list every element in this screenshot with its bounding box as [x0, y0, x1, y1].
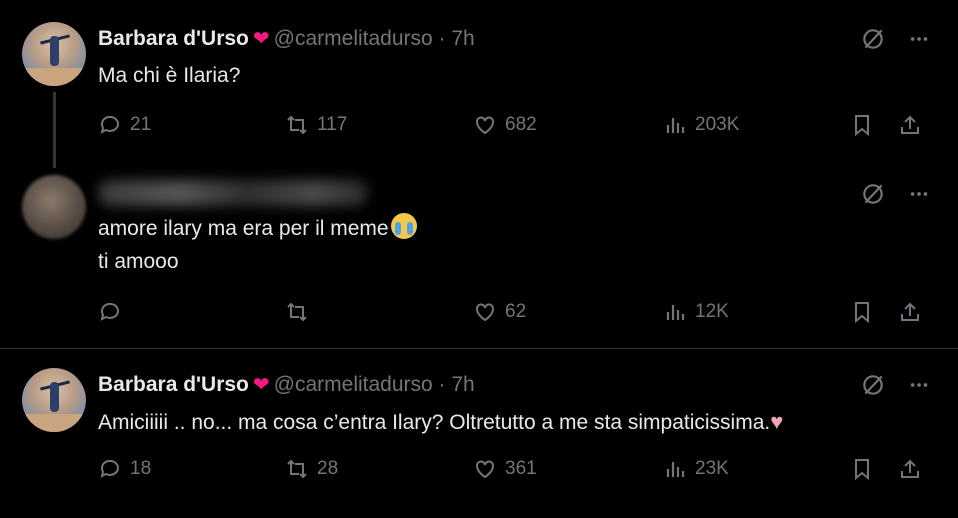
- bookmark-icon: [855, 115, 869, 137]
- like-button[interactable]: 62: [473, 297, 526, 327]
- grok-icon[interactable]: [860, 372, 886, 403]
- views-button[interactable]: 23K: [663, 454, 729, 484]
- bookmark-button[interactable]: [850, 454, 874, 484]
- bookmark-button[interactable]: [850, 297, 874, 327]
- tweet-top-icons: [860, 26, 930, 57]
- author-name[interactable]: Barbara d'Urso: [98, 373, 249, 396]
- like-count: 682: [505, 114, 537, 135]
- share-icon: [901, 459, 919, 478]
- views-icon: [666, 305, 685, 320]
- tweet-3[interactable]: Barbara d'Urso ❤ @carmelitadurso · 7h Amic…: [0, 349, 958, 518]
- views-count: 203K: [695, 114, 740, 135]
- reply-icon: [100, 115, 119, 134]
- share-button[interactable]: [898, 297, 922, 327]
- reply-count: 18: [130, 458, 152, 479]
- tweet-text: Ma chi è Ilaria?: [98, 64, 241, 87]
- views-icon: [666, 118, 685, 133]
- grok-icon[interactable]: [860, 26, 886, 57]
- share-button[interactable]: [898, 110, 922, 140]
- author-handle[interactable]: @carmelitadurso · 7h: [274, 373, 475, 396]
- views-button[interactable]: 12K: [663, 297, 729, 327]
- bookmark-icon: [855, 459, 869, 481]
- reply-count: 21: [130, 114, 152, 135]
- more-icon[interactable]: [908, 28, 930, 55]
- tweet-header: Barbara d'Urso ❤ @carmelitadurso · 7h: [98, 26, 475, 51]
- avatar[interactable]: [22, 22, 86, 86]
- crying-emoji-icon: [390, 213, 417, 239]
- views-count: 12K: [695, 301, 729, 322]
- tweet-text-line-1: amore ilary ma era per il meme: [98, 217, 389, 240]
- tweet-2[interactable]: amore ilary ma era per il meme ti amooo …: [0, 165, 958, 347]
- author-name[interactable]: Barbara d'Urso: [98, 27, 249, 50]
- bookmark-button[interactable]: [850, 110, 874, 140]
- like-count: 361: [505, 458, 537, 479]
- tweet-actions: 62 12K: [98, 297, 930, 327]
- retweet-count: 117: [317, 114, 348, 135]
- thread-line: [53, 92, 56, 168]
- retweet-icon: [287, 459, 307, 479]
- more-icon[interactable]: [908, 183, 930, 210]
- tweet-top-icons: [860, 181, 930, 212]
- like-icon: [476, 460, 494, 479]
- like-button[interactable]: 682: [473, 110, 537, 140]
- retweet-icon: [287, 302, 307, 322]
- avatar-blurred[interactable]: [22, 175, 86, 239]
- retweet-count: 28: [317, 458, 339, 479]
- heart-badge-icon: ❤: [252, 374, 270, 396]
- reply-icon: [100, 459, 119, 478]
- tweet-actions: 18 28 361 23K: [98, 454, 930, 484]
- tweet-text: amore ilary ma era per il meme ti amooo: [98, 212, 417, 278]
- like-icon: [476, 303, 494, 322]
- share-button[interactable]: [898, 454, 922, 484]
- retweet-button[interactable]: [285, 297, 317, 327]
- tweet-1[interactable]: Barbara d'Urso ❤ @carmelitadurso · 7h Ma c…: [0, 0, 958, 168]
- share-icon: [901, 302, 919, 321]
- like-count: 62: [505, 301, 527, 322]
- reply-button[interactable]: 18: [98, 454, 151, 484]
- like-button[interactable]: 361: [473, 454, 537, 484]
- tweet-text-line-2: ti amooo: [98, 250, 179, 273]
- pink-heart-icon: ♥: [770, 409, 784, 434]
- avatar[interactable]: [22, 368, 86, 432]
- tweet-text-body: Amiciiiii .. no... ma cosa c’entra Ilary…: [98, 411, 771, 434]
- reply-button[interactable]: 21: [98, 110, 151, 140]
- retweet-icon: [287, 115, 307, 135]
- views-button[interactable]: 203K: [663, 110, 739, 140]
- more-icon[interactable]: [908, 374, 930, 401]
- tweet-text: Amiciiiii .. no... ma cosa c’entra Ilary…: [98, 405, 783, 439]
- bookmark-icon: [855, 302, 869, 324]
- reply-button[interactable]: [98, 297, 130, 327]
- tweet-top-icons: [860, 372, 930, 403]
- heart-badge-icon: ❤: [252, 28, 270, 50]
- share-icon: [901, 115, 919, 134]
- tweet-header: Barbara d'Urso ❤ @carmelitadurso · 7h: [98, 372, 475, 397]
- blurred-author: [98, 180, 368, 206]
- views-count: 23K: [695, 458, 729, 479]
- grok-icon[interactable]: [860, 181, 886, 212]
- author-handle[interactable]: @carmelitadurso · 7h: [274, 27, 475, 50]
- views-icon: [666, 462, 685, 477]
- reply-icon: [100, 302, 119, 321]
- retweet-button[interactable]: 117: [285, 110, 347, 140]
- retweet-button[interactable]: 28: [285, 454, 338, 484]
- like-icon: [476, 116, 494, 135]
- tweet-actions: 21 117 682 203K: [98, 110, 930, 140]
